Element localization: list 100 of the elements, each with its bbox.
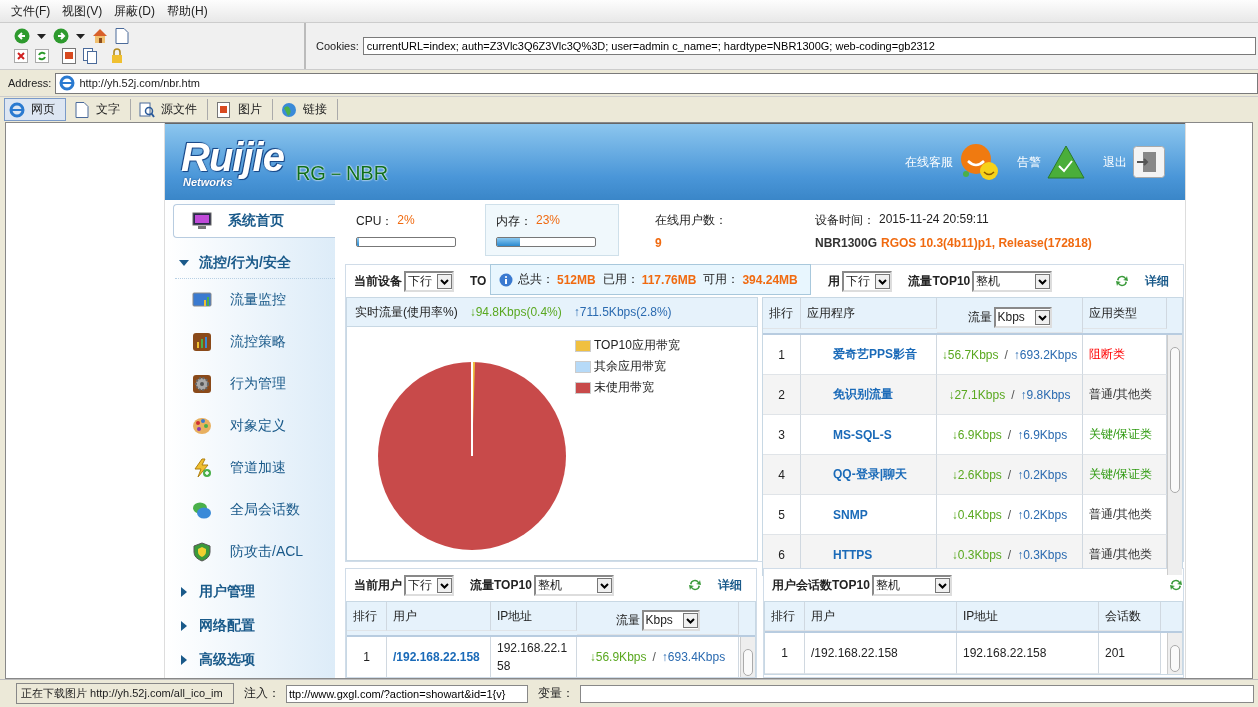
dropdown[interactable]: Kbps xyxy=(641,609,700,631)
panel-label: 用 xyxy=(828,272,841,290)
document-icon xyxy=(74,101,90,118)
scrollbar[interactable] xyxy=(740,637,755,677)
app-link[interactable]: 免识别流量 xyxy=(833,386,893,403)
rate-separator: / xyxy=(1011,387,1015,402)
sidebar-item[interactable]: 全局会话数 xyxy=(165,489,335,531)
refresh-icon[interactable] xyxy=(35,49,49,63)
status-text: 正在下载图片 http://yh.52j.com/all_ico_im xyxy=(16,683,234,704)
sidebar-item[interactable]: 流控策略 xyxy=(165,321,335,363)
monitor-icon xyxy=(192,212,212,230)
stop-icon[interactable] xyxy=(14,49,28,63)
app-link[interactable]: HTTPS xyxy=(833,547,873,562)
refresh-icon[interactable] xyxy=(1169,578,1183,592)
dropdown[interactable]: Kbps xyxy=(993,306,1052,328)
view-tab[interactable]: 链接 xyxy=(277,99,338,120)
sidebar-section[interactable]: 流控/行为/安全 xyxy=(175,248,335,279)
column-header: 流量 xyxy=(615,611,640,629)
upload-rate: ↑693.2Kbps xyxy=(1013,347,1078,362)
stat-value: 2% xyxy=(397,213,415,229)
user-link[interactable]: /192.168.22.158 xyxy=(393,650,480,664)
ip-cell-text: 192.168.22.158 xyxy=(497,640,569,675)
sidebar-tab[interactable]: 系统首页 xyxy=(173,204,335,238)
menu-item[interactable]: 帮助(H) xyxy=(162,0,213,22)
menu-item[interactable]: 文件(F) xyxy=(6,0,56,22)
dropdown[interactable]: 整机 xyxy=(972,270,1053,292)
detail-link[interactable]: 详细 xyxy=(718,576,742,594)
app-link[interactable]: QQ-登录|聊天 xyxy=(833,466,908,483)
app-link[interactable]: MS-SQL-S xyxy=(833,427,892,442)
back-icon[interactable] xyxy=(14,28,30,44)
stat-label: CPU： xyxy=(356,213,394,230)
view-tab[interactable]: 文字 xyxy=(70,99,131,120)
sidebar-item[interactable]: 管道加速 xyxy=(165,447,335,489)
scrollbar[interactable] xyxy=(1167,633,1182,674)
refresh-icon[interactable] xyxy=(688,578,702,592)
gear-icon xyxy=(192,374,212,394)
variable-label: 变量： xyxy=(538,685,574,702)
dropdown[interactable]: 整机 xyxy=(533,574,614,596)
app-type: 普通/其他类 xyxy=(1089,506,1153,523)
sidebar-section[interactable]: 网络配置 xyxy=(165,611,335,641)
sidebar-section[interactable]: 用户管理 xyxy=(165,577,335,607)
app-type: 普通/其他类 xyxy=(1089,386,1153,403)
scrollbar[interactable] xyxy=(1167,335,1182,575)
home-icon[interactable] xyxy=(92,28,108,44)
inject-field[interactable]: ttp://www.gxgl.com/?action=showart&id=1{v} xyxy=(286,684,528,703)
app-link[interactable]: SNMP xyxy=(833,507,868,522)
tooltip-label: 总共： xyxy=(518,271,554,288)
app-link[interactable]: 爱奇艺PPS影音 xyxy=(833,346,917,363)
view-tab[interactable]: 源文件 xyxy=(135,99,208,120)
tooltip-value: 394.24MB xyxy=(742,272,798,287)
caret-icon xyxy=(682,612,698,628)
rate-separator: / xyxy=(1007,467,1012,482)
upload-rate: ↑9.8Kbps xyxy=(1020,387,1071,402)
lock-icon[interactable] xyxy=(110,48,124,64)
forward-icon[interactable] xyxy=(53,28,69,44)
firmware-version: RGOS 10.3(4b11)p1, Release(172818) xyxy=(881,236,1092,250)
sidebar-item[interactable]: 流量监控 xyxy=(165,279,335,321)
dropdown[interactable]: 整机 xyxy=(871,574,952,596)
rate-separator: / xyxy=(1007,547,1012,562)
caret-icon xyxy=(437,577,452,593)
column-header: 应用类型 xyxy=(1089,304,1137,322)
smiley-icon[interactable] xyxy=(959,142,999,182)
user-cell: /192.168.22.158 xyxy=(811,646,898,660)
dropdown[interactable]: 下行 xyxy=(404,574,454,596)
app-type: 阻断类 xyxy=(1089,346,1125,363)
page-icon[interactable] xyxy=(115,28,129,44)
variable-field[interactable] xyxy=(580,684,1254,703)
refresh-icon[interactable] xyxy=(1115,274,1129,288)
magnifier-icon xyxy=(139,101,155,118)
cookies-field[interactable]: currentURL=index; auth=Z3Vlc3Q6Z3Vlc3Q%3D; user=admin c_name=; hardtype=NBR1300G; web-coding=gb2312 xyxy=(362,37,1256,55)
download-rate: ↓6.9Kbps xyxy=(951,427,1002,442)
column-header: 排行 xyxy=(353,607,377,625)
column-header: 会话数 xyxy=(1105,607,1141,625)
address-label: Address: xyxy=(8,77,52,89)
menu-item[interactable]: 视图(V) xyxy=(57,0,108,22)
cookies-label: Cookies: xyxy=(316,40,359,52)
sidebar-item[interactable]: 防攻击/ACL xyxy=(165,531,335,573)
warning-triangle-icon[interactable] xyxy=(1047,145,1085,179)
picture-page-icon[interactable] xyxy=(62,48,76,64)
menu-item[interactable]: 屏蔽(D) xyxy=(109,0,160,22)
view-tab[interactable]: 图片 xyxy=(212,99,273,120)
app-type: 关键/保证类 xyxy=(1089,426,1153,443)
sidebar-item[interactable]: 对象定义 xyxy=(165,405,335,447)
dropdown[interactable]: 下行 xyxy=(842,270,893,292)
address-field[interactable]: http://yh.52j.com/nbr.htm xyxy=(55,72,1258,94)
sidebar-item[interactable]: 行为管理 xyxy=(165,363,335,405)
rank-cell: 1 xyxy=(363,650,370,664)
sidebar-section[interactable]: 高级选项 xyxy=(165,645,335,675)
chat-icon xyxy=(192,500,212,520)
legend-label: TOP10应用带宽 xyxy=(594,337,680,354)
collapsed-arrow-icon xyxy=(179,621,189,631)
panel-label: 用户会话数TOP10 xyxy=(772,576,870,594)
stat-value: 23% xyxy=(536,213,561,229)
column-header: IP地址 xyxy=(963,607,999,625)
stat-label: 在线用户数： xyxy=(655,212,728,229)
dropdown[interactable]: 下行 xyxy=(404,270,454,292)
view-tab[interactable]: 网页 xyxy=(4,98,66,121)
exit-door-icon[interactable] xyxy=(1133,146,1165,178)
detail-link[interactable]: 详细 xyxy=(1145,272,1169,290)
copy-icon[interactable] xyxy=(83,48,97,64)
